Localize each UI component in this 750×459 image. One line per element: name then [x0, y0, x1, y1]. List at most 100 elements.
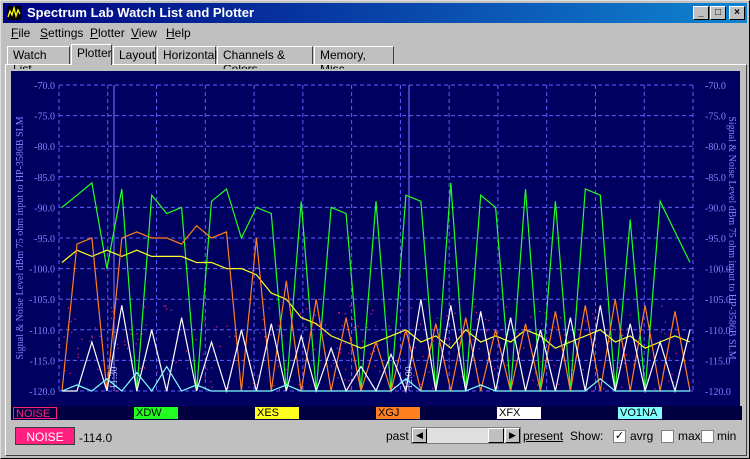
menu-settings[interactable]: Settings: [40, 26, 83, 40]
tab-strip: Watch ListPlotterLayoutHorizontalChannel…: [5, 44, 749, 76]
min-checkbox[interactable]: [701, 430, 714, 443]
noise-dot: [664, 321, 667, 323]
noise-dot: [675, 352, 677, 355]
noise-dot: [248, 386, 250, 388]
tab-layout[interactable]: Layout: [113, 46, 156, 64]
noise-dot: [490, 360, 492, 362]
noise-dot: [77, 356, 79, 358]
noise-dot: [413, 375, 415, 377]
time-scrollbar[interactable]: ◀ ▶: [411, 427, 521, 444]
avrg-checkbox[interactable]: ✓: [613, 430, 626, 443]
legend-vo1na[interactable]: VO1NA: [618, 407, 662, 419]
noise-dot: [621, 386, 623, 388]
menu-help[interactable]: Help: [166, 26, 191, 40]
noise-dot: [627, 327, 629, 330]
noise-dot: [305, 326, 307, 328]
noise-dot: [278, 389, 281, 391]
legend-xes[interactable]: XES: [255, 407, 299, 419]
noise-dot: [91, 335, 93, 337]
maximize-button[interactable]: □: [710, 6, 726, 20]
noise-dot: [420, 383, 422, 385]
noise-dot: [336, 347, 339, 349]
noise-dot: [185, 350, 188, 352]
legend-xdw[interactable]: XDW: [134, 407, 178, 419]
noise-dot: [333, 362, 335, 364]
noise-dot: [345, 368, 347, 370]
scroll-right-icon[interactable]: ▶: [505, 428, 520, 443]
noise-dot: [324, 324, 327, 326]
tab-channels-colors[interactable]: Channels & Colors: [217, 46, 313, 76]
noise-dot: [94, 327, 97, 329]
noise-dot: [420, 323, 422, 325]
legend-xgj[interactable]: XGJ: [376, 407, 420, 419]
noise-dot: [74, 318, 76, 320]
noise-dot: [431, 387, 434, 390]
noise-dot: [486, 330, 488, 332]
noise-dot: [306, 308, 308, 310]
noise-dot: [375, 325, 377, 327]
noise-dot: [593, 317, 595, 319]
y-tick-label-left: -85.0: [34, 173, 55, 184]
noise-dot: [344, 379, 346, 381]
noise-dot: [300, 313, 302, 315]
legend-noise[interactable]: NOISE: [13, 407, 57, 420]
noise-dot: [530, 316, 532, 318]
noise-dot: [91, 336, 93, 339]
legend-xfx[interactable]: XFX: [497, 407, 541, 419]
noise-dot: [339, 352, 342, 354]
noise-dot: [539, 311, 541, 313]
tab-memory-misc[interactable]: Memory, Misc.: [314, 46, 394, 76]
menu-file[interactable]: File: [11, 26, 30, 40]
menu-plotter[interactable]: Plotter: [90, 26, 125, 40]
noise-dot: [401, 309, 403, 312]
close-button[interactable]: ×: [729, 6, 745, 20]
main-window: Spectrum Lab Watch List and Plotter _ □ …: [0, 0, 750, 459]
noise-dot: [258, 307, 260, 309]
noise-dot: [117, 343, 119, 345]
tab-watch-list[interactable]: Watch List: [7, 46, 70, 76]
title-bar[interactable]: Spectrum Lab Watch List and Plotter _ □ …: [3, 3, 747, 23]
scroll-thumb[interactable]: [488, 428, 504, 443]
noise-dot: [564, 334, 566, 336]
noise-dot: [344, 313, 346, 315]
min-label: min: [717, 429, 737, 443]
minimize-button[interactable]: _: [693, 6, 709, 20]
noise-dot: [234, 335, 236, 337]
noise-dot: [270, 334, 272, 336]
noise-dot: [97, 368, 99, 371]
noise-dot: [89, 340, 91, 342]
noise-dot: [661, 305, 663, 307]
tab-horizontal[interactable]: Horizontal: [157, 46, 217, 64]
noise-dot: [399, 329, 401, 331]
channel-selector[interactable]: NOISE: [15, 427, 75, 445]
noise-dot: [135, 343, 137, 345]
noise-dot: [71, 331, 73, 334]
noise-dot: [541, 323, 543, 325]
tab-plotter[interactable]: Plotter: [71, 44, 112, 65]
noise-dot: [163, 305, 165, 307]
noise-dot: [370, 313, 372, 315]
channel-value: -114.0: [79, 431, 113, 445]
noise-dot: [143, 367, 146, 369]
noise-dot: [264, 335, 266, 338]
y-tick-label-left: -100.0: [29, 265, 55, 276]
noise-dot: [170, 309, 172, 311]
noise-dot: [506, 364, 508, 366]
menu-view[interactable]: View: [131, 26, 157, 40]
max-checkbox[interactable]: [661, 430, 674, 443]
noise-dot: [211, 386, 213, 388]
plot-area[interactable]: -70.0 -70.0 -75.0 -75.0 -80.0 -80.0 -85.0 -85.0…: [9, 69, 742, 406]
noise-dot: [298, 384, 300, 386]
channel-legend: NOISE XDW XES XGJ XFX VO1NA: [11, 406, 742, 420]
noise-dot: [123, 340, 125, 342]
noise-dot: [349, 388, 351, 390]
y-tick-label-left: -70.0: [34, 81, 55, 92]
noise-dot: [553, 364, 555, 366]
scroll-left-icon[interactable]: ◀: [412, 428, 427, 443]
noise-dot: [348, 380, 350, 382]
present-link[interactable]: present: [523, 429, 563, 443]
y-tick-label-left: -115.0: [30, 356, 55, 367]
noise-dot: [454, 312, 456, 314]
noise-dot: [285, 368, 287, 370]
noise-dot: [585, 320, 587, 322]
